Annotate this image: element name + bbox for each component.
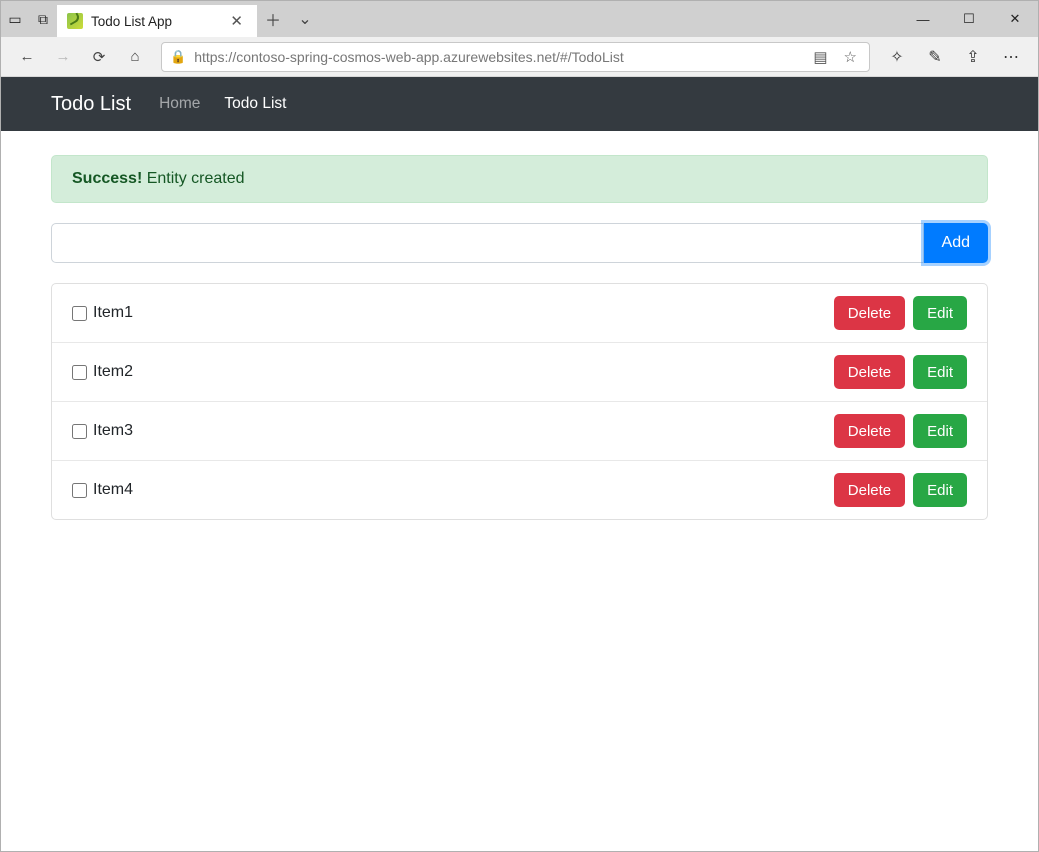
nav-link-home[interactable]: Home <box>159 95 200 113</box>
page-content: Success! Entity created Add Item1 Delete… <box>1 131 1038 544</box>
add-button[interactable]: Add <box>924 223 988 263</box>
todo-list: Item1 Delete Edit Item2 Delete Edit Item… <box>51 283 988 520</box>
window-close-icon[interactable]: ✕ <box>992 1 1038 37</box>
favicon-icon <box>67 13 83 29</box>
edit-button[interactable]: Edit <box>913 355 967 389</box>
share-icon[interactable]: ⇪ <box>956 41 990 73</box>
tab-title: Todo List App <box>91 14 172 29</box>
url-text: https://contoso-spring-cosmos-web-app.az… <box>194 49 801 65</box>
edit-button[interactable]: Edit <box>913 296 967 330</box>
success-alert: Success! Entity created <box>51 155 988 203</box>
close-tab-icon[interactable]: ✕ <box>230 12 243 30</box>
back-button[interactable]: ← <box>11 41 43 73</box>
favorite-star-icon[interactable]: ☆ <box>840 48 861 66</box>
edit-button[interactable]: Edit <box>913 473 967 507</box>
delete-button[interactable]: Delete <box>834 355 905 389</box>
alert-strong: Success! <box>72 170 142 187</box>
item-checkbox[interactable] <box>72 424 87 439</box>
more-icon[interactable]: ⋯ <box>994 41 1028 73</box>
window-maximize-icon[interactable]: ☐ <box>946 1 992 37</box>
list-item: Item3 Delete Edit <box>52 402 987 461</box>
tab-actions-icon-1[interactable]: ▭ <box>1 1 29 37</box>
browser-tab[interactable]: Todo List App ✕ <box>57 5 257 37</box>
tab-overflow-icon[interactable]: ⌄ <box>289 9 321 29</box>
item-label: Item3 <box>93 422 133 440</box>
alert-text: Entity created <box>142 170 244 187</box>
favorites-icon[interactable]: ✧ <box>880 41 914 73</box>
brand[interactable]: Todo List <box>51 93 131 116</box>
item-checkbox[interactable] <box>72 306 87 321</box>
list-item: Item1 Delete Edit <box>52 284 987 343</box>
item-label: Item4 <box>93 481 133 499</box>
tab-actions-icon-2[interactable]: ⧉ <box>29 1 57 37</box>
forward-button: → <box>47 41 79 73</box>
delete-button[interactable]: Delete <box>834 414 905 448</box>
browser-tabstrip: ▭ ⧉ Todo List App ✕ ＋ ⌄ — ☐ ✕ <box>1 1 1038 37</box>
nav-link-todolist[interactable]: Todo List <box>224 95 286 113</box>
new-item-input[interactable] <box>51 223 924 263</box>
item-checkbox[interactable] <box>72 365 87 380</box>
item-label: Item1 <box>93 304 133 322</box>
list-item: Item4 Delete Edit <box>52 461 987 519</box>
delete-button[interactable]: Delete <box>834 473 905 507</box>
refresh-button[interactable]: ⟳ <box>83 41 115 73</box>
edit-button[interactable]: Edit <box>913 414 967 448</box>
item-checkbox[interactable] <box>72 483 87 498</box>
lock-icon: 🔒 <box>170 49 186 65</box>
delete-button[interactable]: Delete <box>834 296 905 330</box>
list-item: Item2 Delete Edit <box>52 343 987 402</box>
home-icon[interactable]: ⌂ <box>119 41 151 73</box>
window-minimize-icon[interactable]: — <box>900 1 946 37</box>
add-row: Add <box>51 223 988 263</box>
item-label: Item2 <box>93 363 133 381</box>
url-input[interactable]: 🔒 https://contoso-spring-cosmos-web-app.… <box>161 42 870 72</box>
reading-view-icon[interactable]: ▤ <box>809 48 831 66</box>
notes-icon[interactable]: ✎ <box>918 41 952 73</box>
app-navbar: Todo List Home Todo List <box>1 77 1038 131</box>
browser-addressbar: ← → ⟳ ⌂ 🔒 https://contoso-spring-cosmos-… <box>1 37 1038 77</box>
new-tab-icon[interactable]: ＋ <box>257 7 289 31</box>
